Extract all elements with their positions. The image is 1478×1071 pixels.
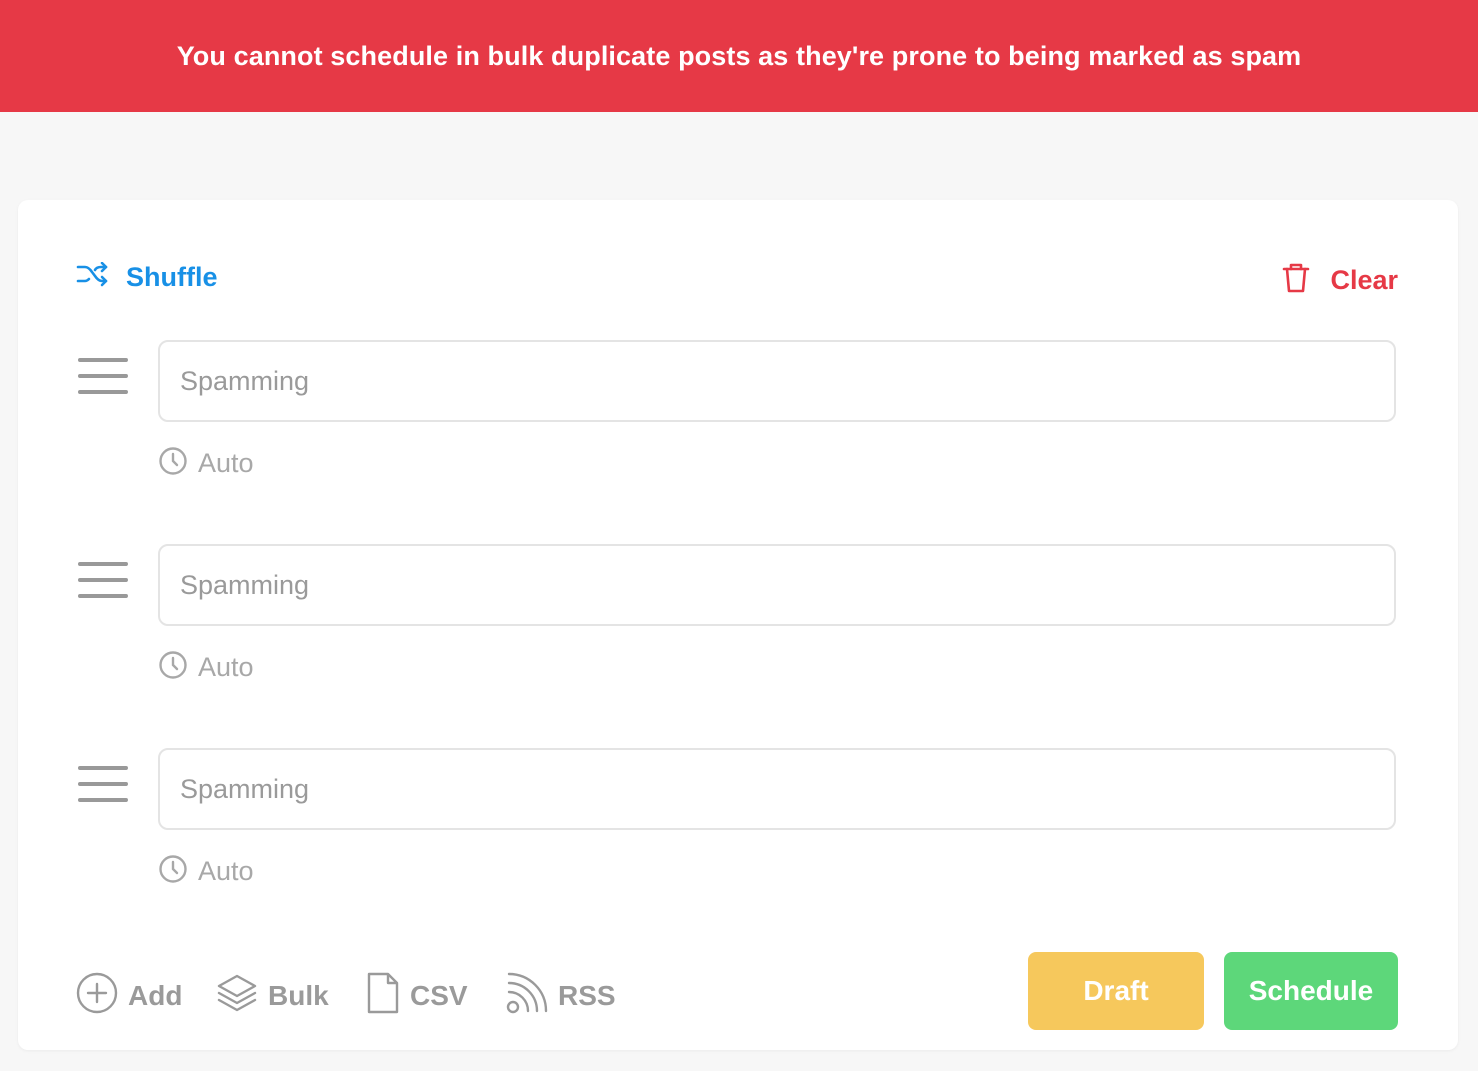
bulk-button[interactable]: Bulk [216, 972, 329, 1019]
post-text-input[interactable] [158, 544, 1396, 626]
rss-label: RSS [558, 979, 616, 1011]
post-time-selector[interactable]: Auto [158, 854, 254, 889]
post-text-input[interactable] [158, 340, 1396, 422]
shuffle-label: Shuffle [126, 262, 218, 292]
draft-button[interactable]: Draft [1028, 952, 1204, 1030]
post-time-selector[interactable]: Auto [158, 446, 254, 481]
layers-icon [216, 972, 258, 1019]
drag-handle-icon[interactable] [76, 354, 130, 398]
time-label: Auto [198, 448, 254, 478]
error-message: You cannot schedule in bulk duplicate po… [176, 40, 1302, 71]
post-text-input[interactable] [158, 748, 1396, 830]
csv-label: CSV [410, 979, 468, 1011]
bulk-label: Bulk [268, 979, 329, 1011]
post-editor-card: Shuffle Clear Aut [18, 200, 1458, 1050]
drag-handle-icon[interactable] [76, 558, 130, 602]
rss-button[interactable]: RSS [506, 972, 616, 1019]
error-banner: You cannot schedule in bulk duplicate po… [0, 0, 1478, 112]
clock-icon [158, 854, 188, 889]
time-label: Auto [198, 856, 254, 886]
add-label: Add [128, 979, 183, 1011]
editor-footer: Add Bulk CSV RSS Draft Schedule [76, 952, 1398, 1030]
clock-icon [158, 650, 188, 685]
shuffle-icon [76, 261, 108, 293]
clock-icon [158, 446, 188, 481]
time-label: Auto [198, 652, 254, 682]
add-button[interactable]: Add [76, 972, 182, 1019]
drag-handle-icon[interactable] [76, 762, 130, 806]
clear-label: Clear [1330, 265, 1398, 295]
rss-icon [506, 972, 548, 1019]
trash-icon [1282, 262, 1310, 299]
shuffle-button[interactable]: Shuffle [76, 261, 218, 293]
file-icon [366, 972, 400, 1019]
editor-toolbar: Shuffle Clear [76, 261, 1398, 302]
plus-circle-icon [76, 972, 118, 1019]
csv-button[interactable]: CSV [366, 972, 468, 1019]
clear-button[interactable]: Clear [1282, 262, 1398, 299]
post-time-selector[interactable]: Auto [158, 650, 254, 685]
schedule-button[interactable]: Schedule [1224, 952, 1398, 1030]
